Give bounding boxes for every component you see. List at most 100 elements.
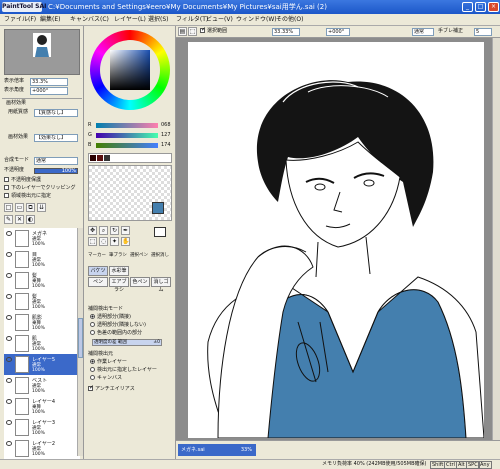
close-button[interactable]: ×	[488, 2, 499, 12]
zoom-field[interactable]: 33.3%	[30, 78, 68, 86]
layer-row[interactable]: レイヤー2 通常 100%	[4, 438, 80, 460]
menu-file[interactable]: ファイル(F)	[4, 15, 36, 25]
visibility-eye-icon[interactable]	[6, 420, 12, 425]
tool-tab-brush[interactable]: 筆ブラシ	[109, 252, 127, 259]
visibility-eye-icon[interactable]	[6, 336, 12, 341]
hand-icon[interactable]: ✋	[121, 237, 130, 246]
maximize-button[interactable]: □	[475, 2, 486, 12]
move-icon[interactable]: ✥	[88, 226, 97, 235]
subtool-pen[interactable]: ペン	[88, 277, 108, 287]
rotate-icon[interactable]: ↻	[110, 226, 119, 235]
layer-row[interactable]: 髪乗算 100%	[4, 270, 80, 292]
menu-edit[interactable]: 編集(E)	[40, 15, 60, 25]
eyedropper-icon[interactable]: ✒	[121, 226, 130, 235]
delete-layer-icon[interactable]: ✕	[15, 215, 24, 224]
detect-mode-color-range[interactable]: 色差の範囲内の部分	[90, 330, 142, 337]
layer-row[interactable]: レイヤー4 乗算 100%	[4, 396, 80, 418]
subtool-color-pen[interactable]: 色ペン	[130, 277, 150, 287]
stabilizer-label: 手ブレ補正	[438, 28, 464, 34]
layer-row[interactable]: ベスト 通常 100%	[4, 375, 80, 397]
source-working-layer[interactable]: 作業レイヤー	[90, 359, 127, 366]
visibility-eye-icon[interactable]	[6, 252, 12, 257]
toolbar-icon-1[interactable]: ▤	[178, 27, 187, 36]
visibility-eye-icon[interactable]	[6, 273, 12, 278]
tool-tab-select-erase[interactable]: 選択消し	[151, 252, 169, 259]
magic-wand-icon[interactable]: ✦	[110, 237, 119, 246]
merge-down-icon[interactable]: ⇊	[37, 203, 46, 212]
menu-filter[interactable]: フィルタ(T)	[176, 15, 208, 25]
canvas-area[interactable]	[176, 38, 500, 440]
clear-layer-icon[interactable]: ✎	[4, 215, 13, 224]
visibility-eye-icon[interactable]	[6, 378, 12, 383]
minimize-button[interactable]: _	[462, 2, 473, 12]
swatch-row[interactable]	[88, 153, 172, 163]
subtool-airbrush[interactable]: エアブラシ	[109, 277, 129, 293]
visibility-eye-icon[interactable]	[6, 399, 12, 404]
canvas-tab[interactable]: メガネ.sai 33%	[178, 444, 256, 456]
detect-source-title: 補間検出元	[88, 351, 114, 357]
menu-layer[interactable]: レイヤー(L)	[114, 15, 146, 25]
layer-buttons-row2: ✎ ✕ ◐	[4, 215, 80, 225]
stabilizer-select[interactable]: 5	[474, 28, 492, 36]
menu-canvas[interactable]: キャンバス(C)	[70, 15, 109, 25]
navigator-preview[interactable]	[4, 29, 80, 75]
menu-select[interactable]: 選択(S)	[148, 15, 169, 25]
lasso-icon[interactable]: ◌	[99, 237, 108, 246]
layer-row[interactable]: レイヤー5 通常 100%	[4, 354, 80, 376]
paper-select[interactable]: 【質感なし】	[34, 109, 78, 117]
canvas-mode-select[interactable]: 通常	[412, 28, 434, 36]
new-folder-icon[interactable]: ▭	[15, 203, 24, 212]
source-canvas[interactable]: キャンバス	[90, 375, 122, 382]
antialias-check[interactable]: アンチエイリアス	[88, 384, 135, 393]
menu-view[interactable]: ビュー(V)	[206, 15, 233, 25]
select-rect-icon[interactable]: ⬚	[88, 237, 97, 246]
layer-row[interactable]: 肌通常 100%	[4, 333, 80, 355]
menu-other[interactable]: その他(O)	[276, 15, 303, 25]
subtool-watercolor[interactable]: 水彩筆	[109, 266, 129, 276]
clipping-check[interactable]: 下のレイヤーでクリッピング	[4, 185, 76, 192]
layer-mask-icon[interactable]: ◐	[26, 215, 35, 224]
visibility-eye-icon[interactable]	[6, 294, 12, 299]
visibility-eye-icon[interactable]	[6, 441, 12, 446]
subtool-eraser[interactable]: 消しゴム	[151, 277, 171, 293]
toolbar-icon-2[interactable]: ⬚	[188, 27, 197, 36]
tool-tab-select-pen[interactable]: 選択ペン	[130, 252, 148, 259]
primary-color-swatch[interactable]	[152, 202, 164, 214]
detect-mode-nonadjacent[interactable]: 透明部分(隣接しない)	[90, 322, 146, 329]
sv-square[interactable]	[110, 50, 150, 90]
layer-row[interactable]: レイヤー3 通常 100%	[4, 417, 80, 439]
copy-layer-icon[interactable]: ⧉	[26, 203, 35, 212]
layer-list-scrollbar[interactable]	[77, 228, 83, 456]
menu-window[interactable]: ウィンドウ(W)	[236, 15, 277, 25]
layer-row[interactable]: 肌影 乗算 100%	[4, 312, 80, 334]
angle-field[interactable]: +000°	[30, 87, 68, 95]
visibility-eye-icon[interactable]	[6, 357, 12, 362]
preserve-opacity-check[interactable]: 不透明度保護	[4, 177, 41, 184]
secondary-color-swatch[interactable]	[154, 227, 166, 237]
blend-select[interactable]: 通常	[34, 157, 78, 165]
effect-select[interactable]: 【効果なし】	[34, 134, 78, 142]
new-layer-icon[interactable]: □	[4, 203, 13, 212]
detect-mode-adjacent[interactable]: 透明部分(隣接)	[90, 314, 131, 321]
tool-tab-marker[interactable]: マーカー	[88, 252, 106, 259]
canvas-angle-field[interactable]: +000°	[326, 28, 350, 36]
layer-row[interactable]: 髪通常 100%	[4, 291, 80, 313]
source-specified-layer[interactable]: 検出元に指定したレイヤー	[90, 367, 157, 374]
layer-row[interactable]: 目通常 100%	[4, 249, 80, 271]
canvas-vertical-scrollbar[interactable]	[492, 38, 500, 440]
canvas-page[interactable]	[188, 42, 485, 439]
subtool-bucket[interactable]: バケツ	[88, 266, 108, 276]
layer-row[interactable]: メガネ 通常 100%	[4, 228, 80, 250]
opacity-slider[interactable]: 100%	[34, 168, 78, 174]
visibility-eye-icon[interactable]	[6, 315, 12, 320]
canvas-zoom-field[interactable]: 33.33%	[272, 28, 300, 36]
g-slider[interactable]	[96, 133, 158, 138]
r-slider[interactable]	[96, 123, 158, 128]
zoom-icon[interactable]: ⌕	[99, 226, 108, 235]
color-wheel[interactable]	[88, 28, 172, 112]
b-slider[interactable]	[96, 143, 158, 148]
tolerance-slider[interactable]: 透明度の差 範囲 ±0	[92, 339, 162, 346]
detect-source-check[interactable]: 領域検出元に指定	[4, 193, 51, 200]
select-visible-check[interactable]: 選択範囲	[200, 26, 227, 35]
visibility-eye-icon[interactable]	[6, 231, 12, 236]
